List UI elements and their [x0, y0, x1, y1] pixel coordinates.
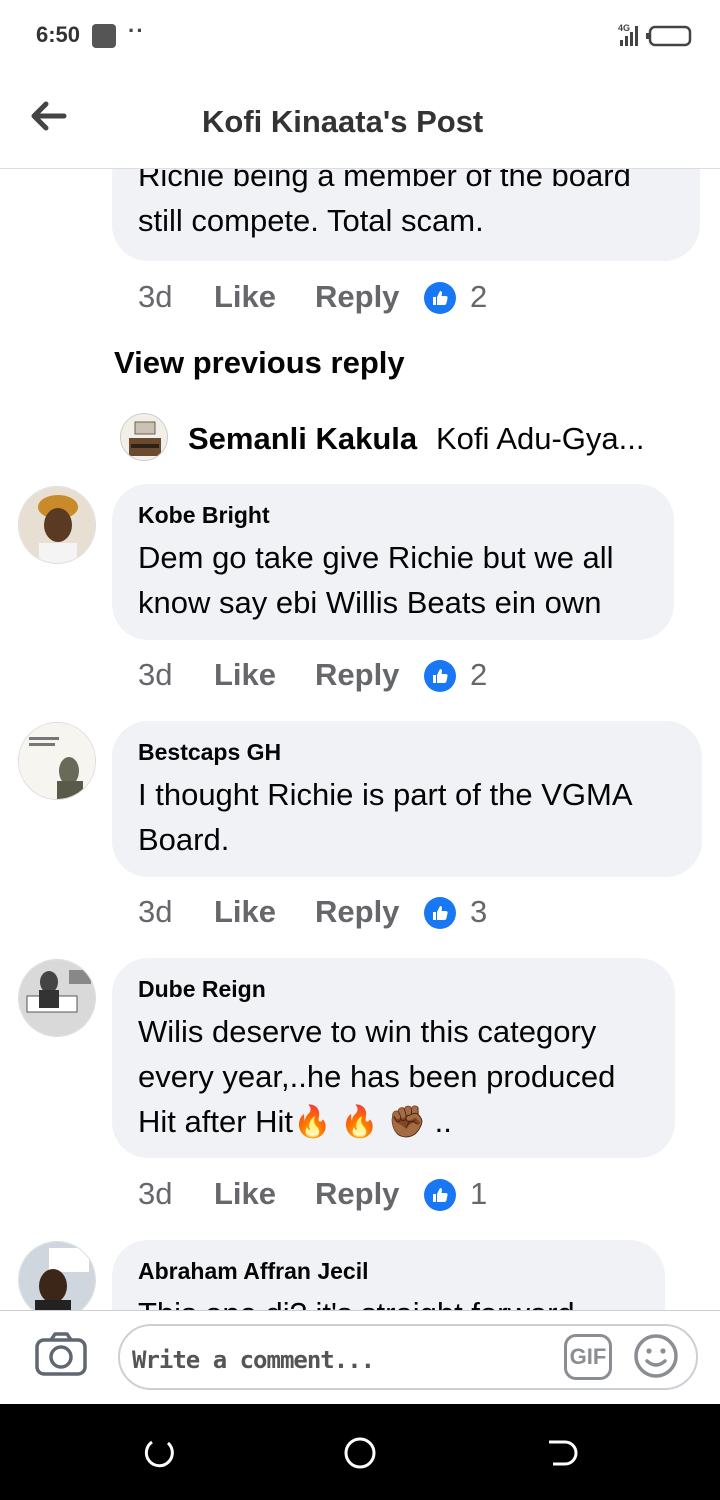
camera-button[interactable]	[34, 1331, 90, 1379]
comment-text-line: This one di? it's straight forward	[138, 1291, 575, 1310]
comment-author[interactable]: Abraham Affran Jecil	[138, 1258, 575, 1285]
like-count: 3	[470, 894, 488, 929]
comment-text-line: know say ebi Willis Beats ein own	[138, 585, 602, 620]
comment-author[interactable]: Bestcaps GH	[138, 739, 633, 766]
status-bar: 6:50 ·· 4G	[0, 0, 720, 70]
like-button[interactable]: Like	[214, 894, 276, 930]
avatar	[120, 413, 168, 461]
comment-text-line: Dem go take give Richie but we all	[138, 540, 614, 575]
avatar[interactable]	[18, 722, 96, 800]
emoji-icon	[634, 1334, 678, 1378]
like-count: 2	[470, 279, 488, 314]
home-icon	[344, 1437, 376, 1469]
comment-author[interactable]: Kobe Bright	[138, 502, 614, 529]
emoji-tail: 🔥 🔥 ✊🏾 ..	[293, 1104, 452, 1139]
system-nav-bar	[0, 1404, 720, 1500]
comment-input[interactable]: Write a comment... GIF	[118, 1324, 698, 1390]
camera-icon	[35, 1332, 87, 1376]
reply-author[interactable]: Semanli Kakula	[188, 421, 417, 457]
comment-placeholder: Write a comment...	[132, 1346, 375, 1374]
comment-feed[interactable]: Richie being a member of the board still…	[0, 169, 720, 1310]
svg-text:4G: 4G	[618, 23, 630, 33]
comment-text-line: still compete. Total scam.	[138, 203, 484, 238]
comment-text-line: I thought Richie is part of the VGMA	[138, 777, 633, 812]
recent-apps-button[interactable]	[142, 1436, 176, 1470]
reply-preview: Kofi Adu-Gya...	[436, 421, 645, 456]
like-thumb-icon	[424, 897, 456, 929]
back-arrow-icon	[31, 101, 67, 131]
page-title: Kofi Kinaata's Post	[202, 104, 484, 139]
like-thumb-icon	[424, 1179, 456, 1211]
back-button[interactable]	[28, 96, 68, 136]
comment-text-line: Hit after Hit🔥 🔥 ✊🏾 ..	[138, 1099, 615, 1144]
comment-time: 3d	[138, 279, 173, 314]
like-button[interactable]: Like	[214, 657, 276, 693]
like-count: 1	[470, 1176, 488, 1211]
comment-text-line: Wilis deserve to win this category	[138, 1014, 597, 1049]
status-dots: ··	[128, 18, 145, 43]
comment-bubble[interactable]: Bestcaps GH I thought Richie is part of …	[112, 721, 702, 877]
comment-time: 3d	[138, 657, 173, 692]
comment-time: 3d	[138, 894, 173, 929]
avatar[interactable]	[18, 959, 96, 1037]
like-count: 2	[470, 657, 488, 692]
reply-button[interactable]: Reply	[315, 657, 399, 693]
reply-button[interactable]: Reply	[315, 1176, 399, 1212]
avatar[interactable]	[18, 1241, 96, 1310]
comment-bubble[interactable]: Abraham Affran Jecil This one di? it's s…	[112, 1240, 665, 1310]
home-button[interactable]	[343, 1436, 377, 1470]
collapsed-reply[interactable]: Semanli Kakula Kofi Adu-Gya...	[120, 411, 680, 461]
comment-composer: Write a comment... GIF	[0, 1310, 720, 1405]
view-previous-reply[interactable]: View previous reply	[114, 345, 405, 381]
like-button[interactable]: Like	[214, 1176, 276, 1212]
comment-bubble[interactable]: Dube Reign Wilis deserve to win this cat…	[112, 958, 675, 1158]
comment-text-line: Board.	[138, 822, 230, 857]
comment-author[interactable]: Dube Reign	[138, 976, 615, 1003]
signal-icon: 4G	[618, 23, 692, 47]
post-header: Kofi Kinaata's Post	[0, 70, 720, 169]
recent-apps-icon	[144, 1440, 174, 1468]
back-nav-icon	[549, 1440, 578, 1466]
emoji-button[interactable]	[632, 1332, 680, 1380]
gif-icon: GIF	[569, 1344, 607, 1369]
avatar[interactable]	[18, 486, 96, 564]
reply-button[interactable]: Reply	[315, 894, 399, 930]
reply-button[interactable]: Reply	[315, 279, 399, 315]
gif-button[interactable]: GIF	[564, 1334, 612, 1380]
comment-text-line: Richie being a member of the board	[138, 169, 631, 193]
comment-bubble[interactable]: Kobe Bright Dem go take give Richie but …	[112, 484, 674, 640]
comment-time: 3d	[138, 1176, 173, 1211]
like-thumb-icon	[424, 660, 456, 692]
like-thumb-icon	[424, 282, 456, 314]
comment-text-part: Hit after Hit	[138, 1104, 294, 1139]
back-nav-button[interactable]	[545, 1436, 579, 1470]
like-button[interactable]: Like	[214, 279, 276, 315]
status-time: 6:50	[36, 22, 81, 47]
notification-icon	[92, 24, 116, 48]
comment-bubble[interactable]: Richie being a member of the board still…	[112, 169, 700, 261]
status-icons: 4G	[618, 22, 696, 55]
comment-text-line: every year,..he has been produced	[138, 1059, 616, 1094]
